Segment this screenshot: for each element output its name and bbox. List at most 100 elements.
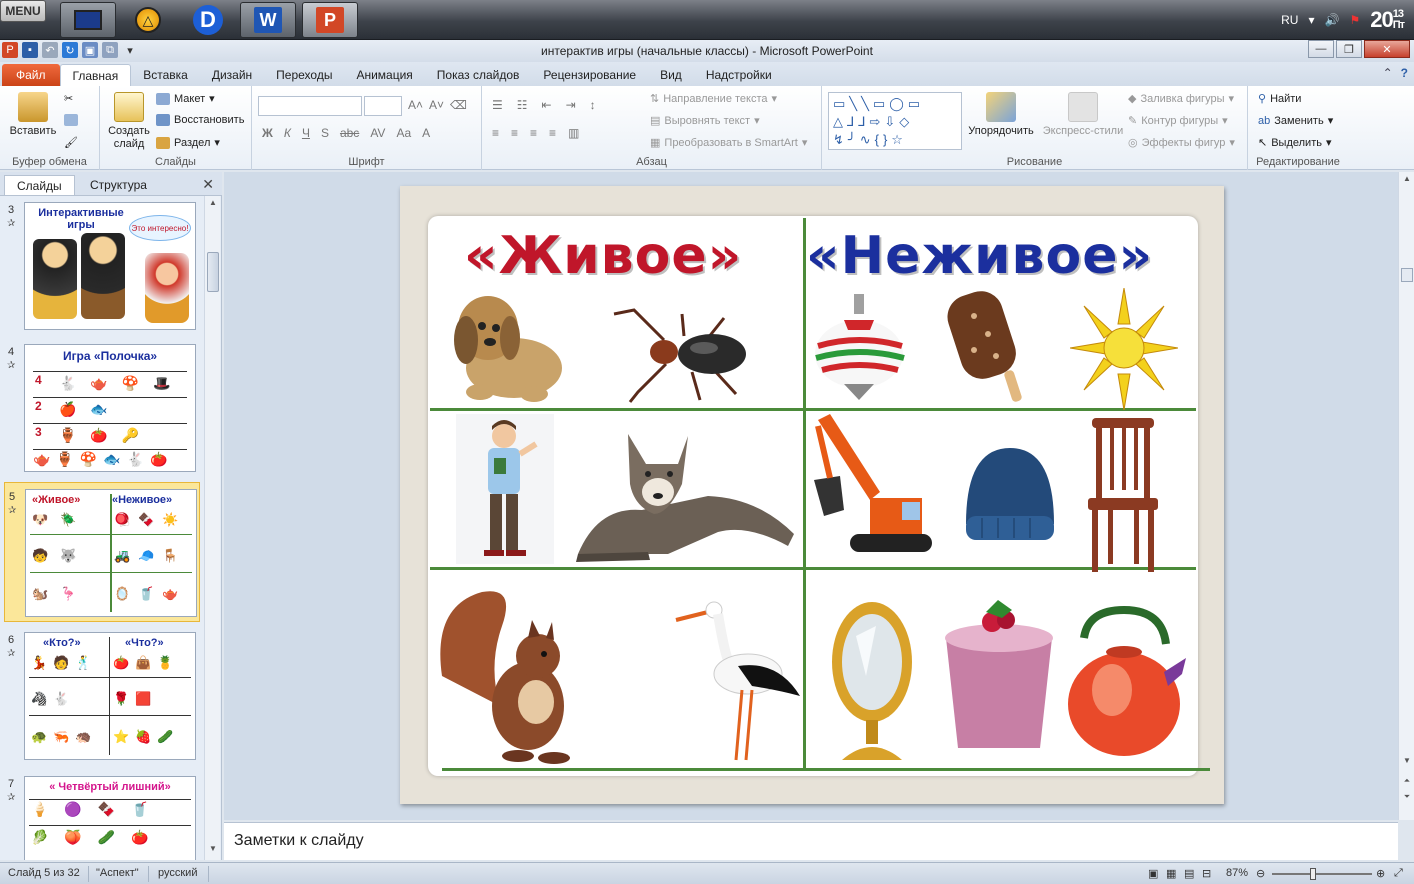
cut-button[interactable]: ✂	[64, 92, 73, 105]
columns-icon[interactable]: ▥	[568, 126, 579, 140]
taskbar-aimp-app[interactable]: △	[120, 2, 176, 38]
slide-thumbnail-6[interactable]: 6 ✰ «Кто?» «Что?» 💃🧑🕺 🍅👜🍍 🦓🐇 🌹🟥 🐢🦐🦔 ⭐🍓🥒	[0, 626, 204, 766]
next-slide-icon[interactable]: ⏷	[1399, 792, 1414, 806]
tab-insert[interactable]: Вставка	[131, 64, 200, 86]
language-indicator[interactable]: RU	[1281, 13, 1298, 27]
slide-thumbnail-7[interactable]: 7 ✰ « Четвёртый лишний» 🍦🟣🍫🥤 🥬🍑🥒🍅	[0, 770, 204, 860]
format-painter-button[interactable]: 🖌	[64, 136, 78, 149]
scroll-down-icon[interactable]: ▼	[1399, 756, 1414, 770]
scroll-down-icon[interactable]: ▼	[205, 844, 221, 858]
font-name-combo[interactable]	[258, 96, 362, 116]
reset-button[interactable]: Восстановить	[156, 114, 244, 126]
decrease-indent-icon[interactable]: ⇤	[542, 98, 552, 112]
shadow-button[interactable]: abc	[340, 126, 359, 140]
align-left-icon[interactable]: ≡	[492, 126, 499, 140]
knit-hat-picture[interactable]	[962, 444, 1058, 542]
start-menu-button[interactable]: MENU	[0, 0, 46, 22]
increase-indent-icon[interactable]: ⇥	[566, 98, 576, 112]
quick-styles-button[interactable]: Экспресс-стили	[1042, 92, 1124, 138]
slide-thumbnail-5[interactable]: 5 ✰ «Живое» «Неживое» 🐶🪲 🪀🍫☀️ 🧒🐺 🚜🧢🪑 🐿️🦩…	[4, 482, 200, 622]
normal-view-icon[interactable]: ▣	[1148, 867, 1158, 880]
italic-button[interactable]: К	[284, 126, 291, 140]
boy-picture[interactable]	[456, 414, 554, 564]
theme-name[interactable]: "Аспект"	[96, 867, 139, 879]
taskbar-powerpoint-app[interactable]: P	[302, 2, 358, 38]
volume-icon[interactable]: 🔊	[1325, 13, 1340, 27]
language-status[interactable]: русский	[158, 867, 197, 879]
zoom-out-icon[interactable]: ⊖	[1256, 867, 1265, 880]
scroll-up-icon[interactable]: ▲	[1399, 174, 1414, 188]
select-button[interactable]: ↖ Выделить ▾	[1258, 136, 1332, 150]
line-spacing-icon[interactable]: ↕	[590, 98, 596, 112]
replace-button[interactable]: ab Заменить ▾	[1258, 114, 1333, 128]
tray-expand-icon[interactable]: ▾	[1308, 13, 1314, 27]
copy-button[interactable]	[64, 114, 78, 126]
shapes-gallery[interactable]: ▭╲╲▭◯▭ △⅃⅃⇨⇩◇ ↯╯∿{}☆	[828, 92, 962, 150]
tab-outline[interactable]: Структура	[78, 175, 159, 195]
stork-picture[interactable]	[668, 590, 804, 766]
scroll-up-icon[interactable]: ▲	[205, 198, 221, 212]
tab-slides[interactable]: Слайды	[4, 175, 75, 195]
tab-slideshow[interactable]: Показ слайдов	[425, 64, 532, 86]
font-color-button[interactable]: A	[422, 126, 430, 140]
tab-design[interactable]: Дизайн	[200, 64, 264, 86]
pane-scrollbar[interactable]: ▲ ▼	[204, 196, 220, 860]
zoom-in-icon[interactable]: ⊕	[1376, 867, 1385, 880]
shape-fill-button[interactable]: ◆ Заливка фигуры ▾	[1128, 92, 1234, 106]
shape-outline-button[interactable]: ✎ Контур фигуры ▾	[1128, 114, 1228, 128]
editor-scrollbar[interactable]: ▲ ▼ ⏶ ⏷	[1398, 172, 1414, 820]
spinning-top-picture[interactable]	[814, 294, 906, 402]
excavator-picture[interactable]	[810, 410, 934, 568]
tab-home[interactable]: Главная	[59, 64, 132, 86]
slide-thumbnail-4[interactable]: 4 ✰ Игра «Полочка» 4 2 3 🐇🫖🍄🎩 🍎🐟 🏺🍅🔑 🫖🏺🍄…	[0, 338, 204, 478]
slideshow-view-icon[interactable]: ⊟	[1202, 867, 1211, 880]
help-icon[interactable]: ?	[1401, 66, 1408, 80]
taskbar-word-app[interactable]: W	[240, 2, 296, 38]
underline-button[interactable]: Ч	[302, 126, 310, 140]
sun-picture[interactable]	[1070, 288, 1178, 410]
minimize-button[interactable]: —	[1308, 40, 1334, 58]
change-case-button[interactable]: Aa	[396, 126, 411, 140]
beetle-picture[interactable]	[604, 300, 754, 404]
tab-transitions[interactable]: Переходы	[264, 64, 344, 86]
shrink-font-icon[interactable]: A˅	[429, 98, 444, 112]
strikethrough-button[interactable]: S	[321, 126, 329, 140]
zoom-slider-knob[interactable]	[1310, 868, 1316, 880]
tab-addins[interactable]: Надстройки	[694, 64, 784, 86]
smartart-button[interactable]: ▦ Преобразовать в SmartArt ▾	[650, 136, 807, 150]
network-icon[interactable]: ⚑	[1349, 13, 1360, 27]
shape-effects-button[interactable]: ◎ Эффекты фигур ▾	[1128, 136, 1235, 150]
scroll-thumb[interactable]	[207, 252, 219, 292]
char-spacing-button[interactable]: AV	[370, 126, 385, 140]
wolf-picture[interactable]	[558, 414, 802, 566]
previous-slide-icon[interactable]: ⏶	[1399, 776, 1414, 790]
zoom-level[interactable]: 87%	[1226, 867, 1248, 879]
clear-format-icon[interactable]: ⌫	[450, 98, 467, 112]
section-button[interactable]: Раздел ▾	[156, 136, 220, 149]
slide-thumbnail-3[interactable]: 3 ✰ Интерактивные игры Это интересно!	[0, 196, 204, 336]
new-slide-button[interactable]: Создать слайд	[104, 92, 154, 151]
font-size-combo[interactable]	[364, 96, 402, 116]
zoom-slider[interactable]	[1272, 873, 1372, 875]
scroll-thumb[interactable]	[1401, 268, 1413, 282]
grow-font-icon[interactable]: A˄	[408, 98, 423, 112]
tab-review[interactable]: Рецензирование	[531, 64, 648, 86]
dog-picture[interactable]	[442, 288, 568, 406]
mirror-picture[interactable]	[826, 596, 918, 766]
bold-button[interactable]: Ж	[262, 126, 273, 140]
slide-sorter-icon[interactable]: ▦	[1166, 867, 1176, 880]
align-right-icon[interactable]: ≡	[530, 126, 537, 140]
layout-button[interactable]: Макет ▾	[156, 92, 215, 105]
taskbar-screen-app[interactable]	[60, 2, 116, 38]
chair-picture[interactable]	[1082, 414, 1164, 572]
text-direction-button[interactable]: ⇅ Направление текста ▾	[650, 92, 777, 106]
close-pane-icon[interactable]: ✕	[202, 176, 214, 193]
reading-view-icon[interactable]: ▤	[1184, 867, 1194, 880]
squirrel-picture[interactable]	[432, 586, 584, 768]
tab-view[interactable]: Вид	[648, 64, 694, 86]
justify-icon[interactable]: ≡	[549, 126, 556, 140]
minimize-ribbon-icon[interactable]: ⌃	[1383, 66, 1393, 80]
bullets-icon[interactable]: ☰	[492, 98, 503, 112]
close-button[interactable]: ✕	[1364, 40, 1410, 58]
find-button[interactable]: ⚲ Найти	[1258, 92, 1301, 106]
